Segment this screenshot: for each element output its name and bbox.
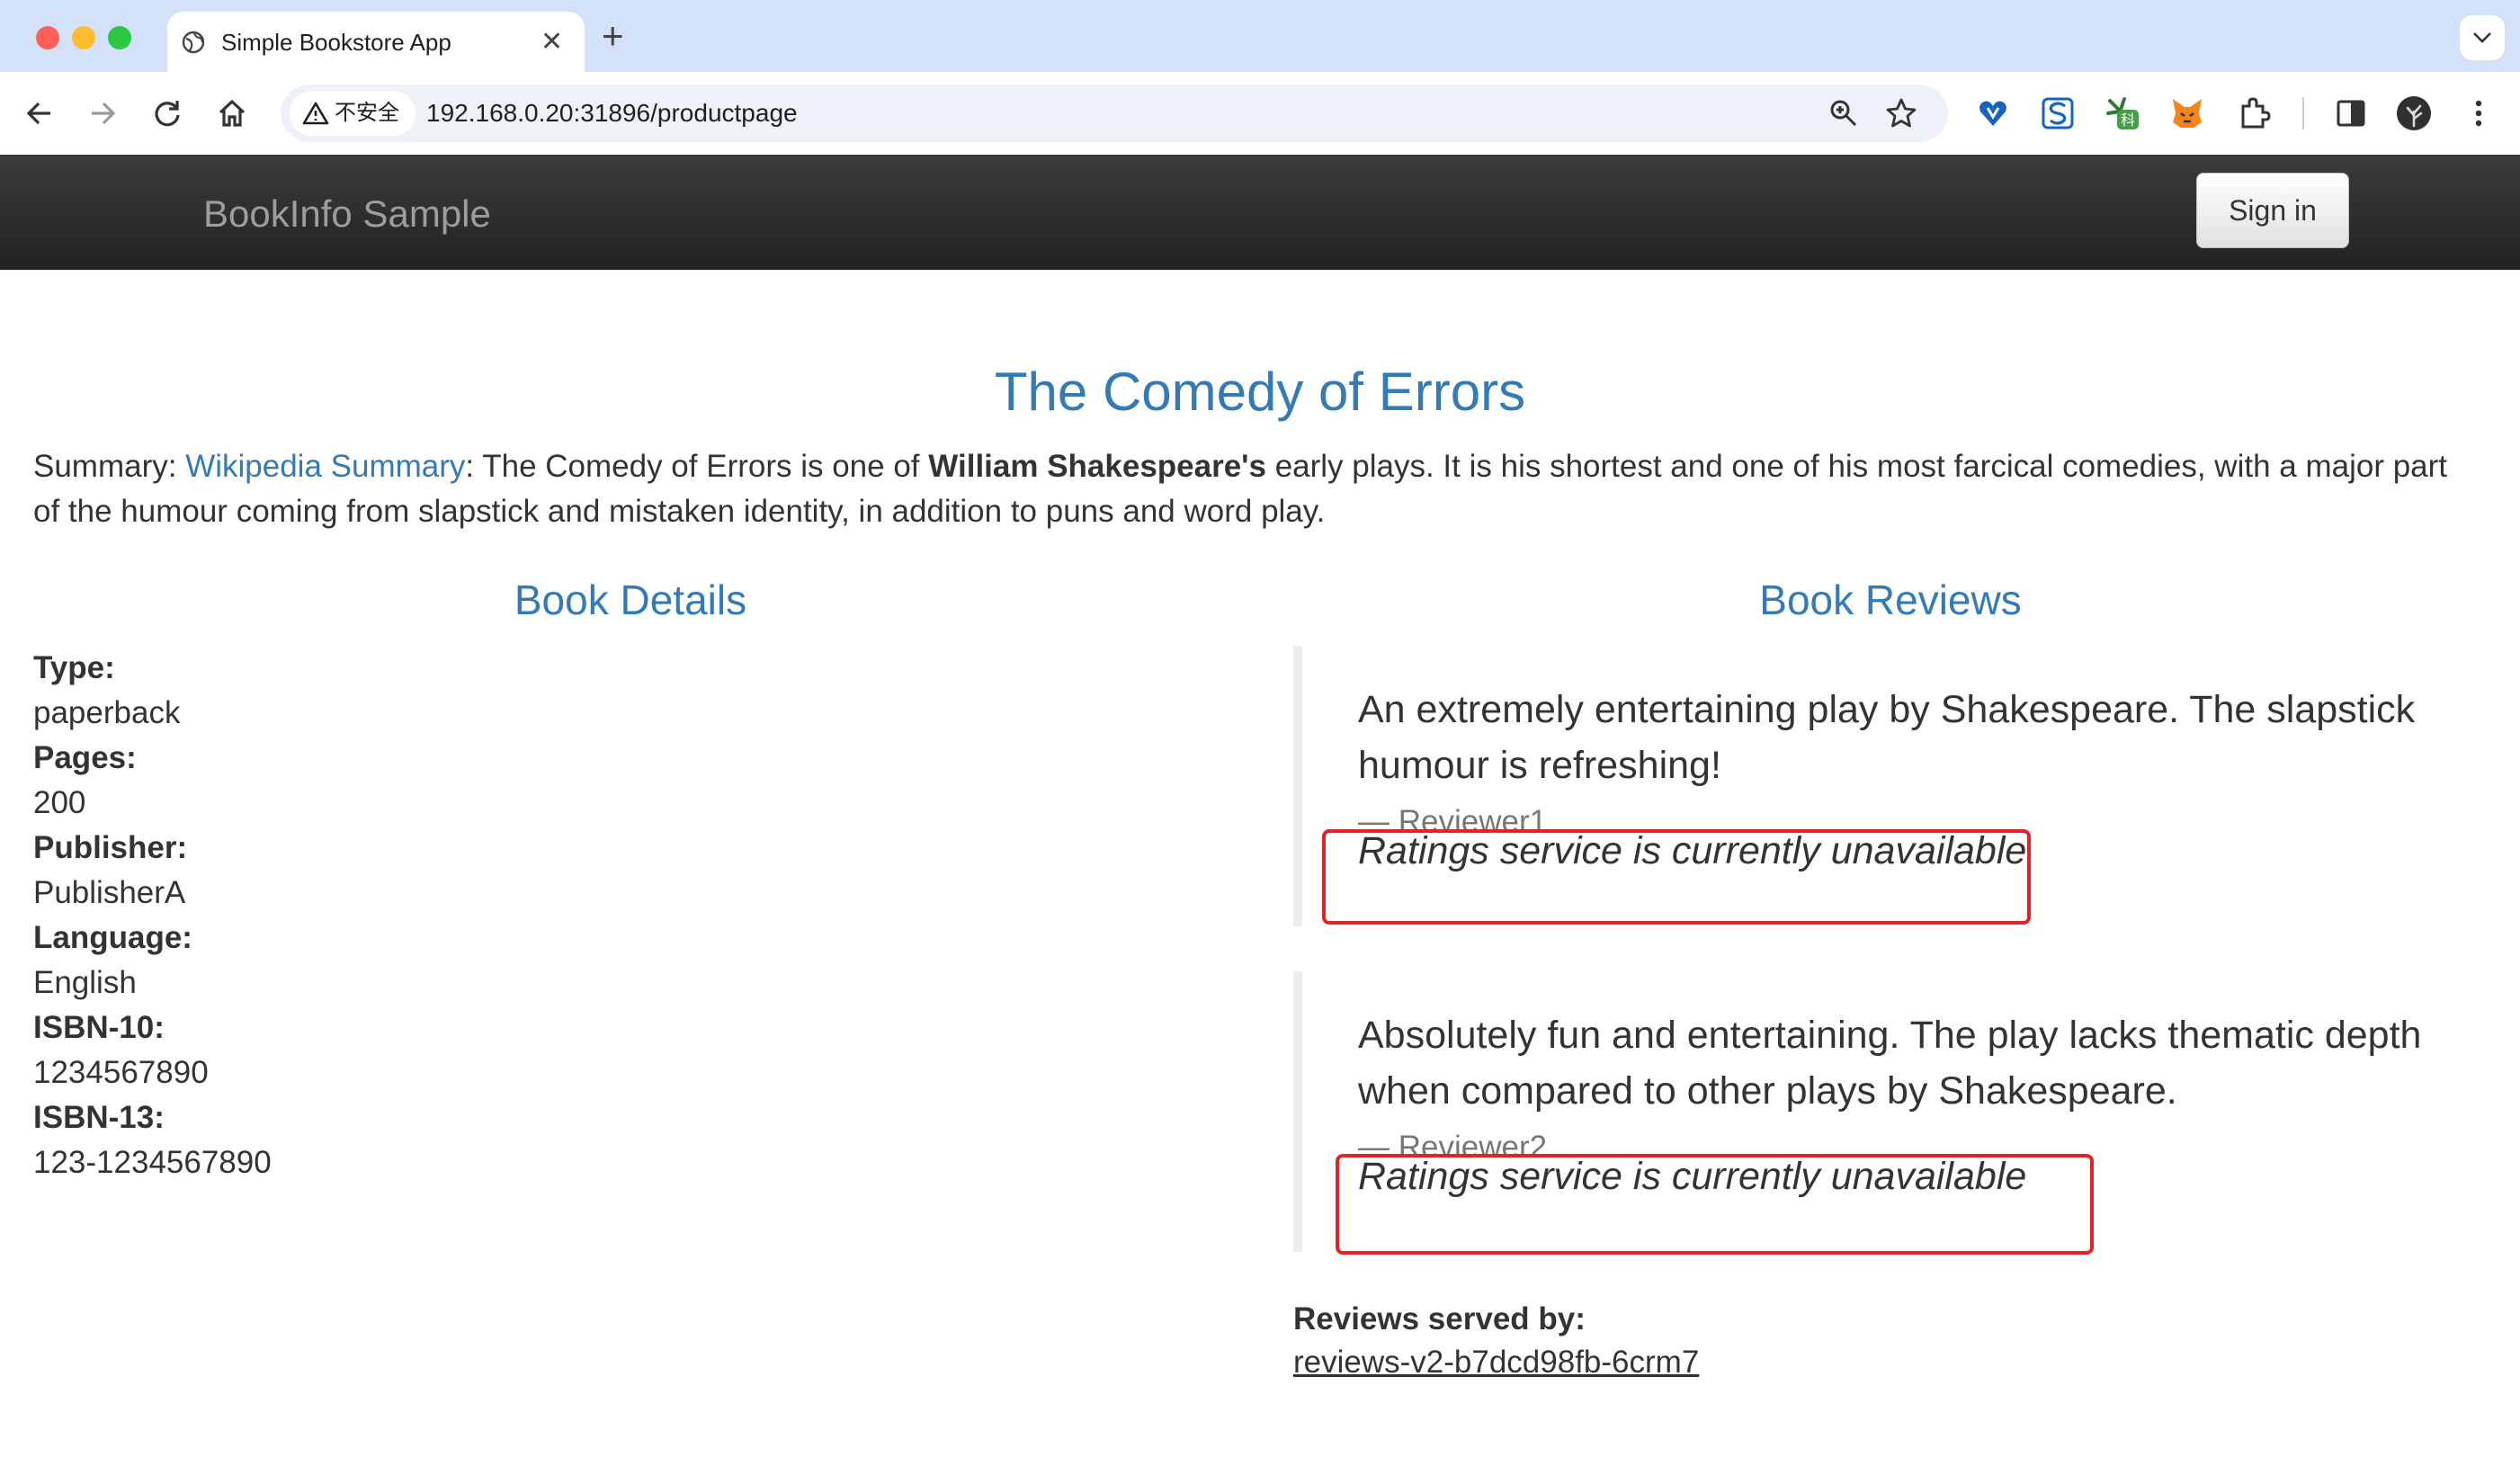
security-label: 不安全	[335, 101, 399, 125]
detail-value-language: English	[33, 965, 137, 1000]
summary-text-1: : The Comedy of Errors is one of	[465, 449, 929, 484]
brand-link[interactable]: BookInfo Sample	[203, 155, 491, 273]
browser-toolbar: 不安全 192.168.0.20:31896/productpage 科	[0, 72, 2520, 155]
bookmark-star-icon[interactable]	[1885, 97, 1917, 130]
back-icon[interactable]	[22, 95, 58, 131]
close-tab-icon[interactable]: ✕	[541, 12, 563, 73]
more-menu-icon[interactable]	[2461, 95, 2497, 131]
metamask-fox-icon[interactable]	[2169, 95, 2205, 131]
wikipedia-summary-link[interactable]: Wikipedia Summary	[185, 449, 465, 484]
book-details-heading: Book Details	[514, 577, 747, 623]
detail-label-isbn10: ISBN-10:	[33, 1010, 165, 1045]
close-window-button[interactable]	[36, 26, 59, 49]
tab-title: Simple Bookstore App	[221, 29, 451, 56]
globe-icon	[182, 31, 205, 54]
summary-author: William Shakespeare's	[928, 449, 1266, 484]
detail-value-pages: 200	[33, 785, 86, 820]
highlight-box	[1322, 829, 2031, 925]
review-text: Absolutely fun and entertaining. The pla…	[1358, 1014, 2422, 1113]
minimize-window-button[interactable]	[72, 26, 95, 49]
sign-in-button[interactable]: Sign in	[2196, 173, 2349, 248]
url-text[interactable]: 192.168.0.20:31896/productpage	[426, 85, 798, 142]
s-extension-icon[interactable]	[2040, 95, 2076, 131]
detail-label-type: Type:	[33, 650, 115, 685]
browser-tab-strip: Simple Bookstore App ✕ +	[0, 0, 2520, 72]
detail-value-type: paperback	[33, 695, 181, 730]
highlight-box	[1336, 1154, 2094, 1255]
zoom-window-button[interactable]	[108, 26, 131, 49]
new-tab-button[interactable]: +	[602, 13, 624, 59]
book-reviews-heading: Book Reviews	[1759, 577, 2022, 623]
warning-icon	[302, 102, 329, 125]
detail-label-isbn13: ISBN-13:	[33, 1100, 165, 1135]
heart-extension-icon[interactable]	[1975, 95, 2011, 131]
svg-text:科: 科	[2121, 112, 2135, 129]
detail-value-isbn10: 1234567890	[33, 1055, 209, 1090]
tab-search-button[interactable]	[2460, 15, 2505, 60]
summary-prefix: Summary:	[33, 449, 186, 484]
site-info-chip[interactable]: 不安全	[290, 91, 416, 136]
app-navbar: BookInfo Sample Sign in	[0, 155, 2520, 270]
book-title: The Comedy of Errors	[994, 362, 1526, 422]
detail-label-language: Language:	[33, 920, 192, 955]
extensions-puzzle-icon[interactable]	[2236, 95, 2272, 131]
detail-value-isbn13: 123-1234567890	[33, 1145, 272, 1180]
served-by-label: Reviews served by:	[1293, 1301, 1586, 1336]
served-by-pod[interactable]: reviews-v2-b7dcd98fb-6crm7	[1293, 1340, 1699, 1385]
toolbar-divider	[2302, 97, 2304, 130]
review-text: An extremely entertaining play by Shakes…	[1358, 688, 2416, 787]
home-icon[interactable]	[214, 95, 250, 131]
chevron-down-icon	[2473, 32, 2491, 43]
detail-label-pages: Pages:	[33, 740, 137, 775]
science-extension-icon[interactable]: 科	[2104, 95, 2140, 131]
reload-icon[interactable]	[149, 95, 185, 131]
active-tab[interactable]: Simple Bookstore App ✕	[167, 12, 585, 72]
detail-label-publisher: Publisher:	[33, 830, 188, 865]
side-panel-icon[interactable]	[2333, 95, 2369, 131]
detail-value-publisher: PublisherA	[33, 875, 186, 910]
profile-avatar-icon[interactable]	[2396, 95, 2432, 131]
zoom-icon[interactable]	[1827, 97, 1860, 130]
forward-icon[interactable]	[85, 95, 121, 131]
address-bar[interactable]: 不安全 192.168.0.20:31896/productpage	[281, 85, 1948, 142]
book-summary: Summary: Wikipedia Summary: The Comedy o…	[33, 444, 2480, 534]
